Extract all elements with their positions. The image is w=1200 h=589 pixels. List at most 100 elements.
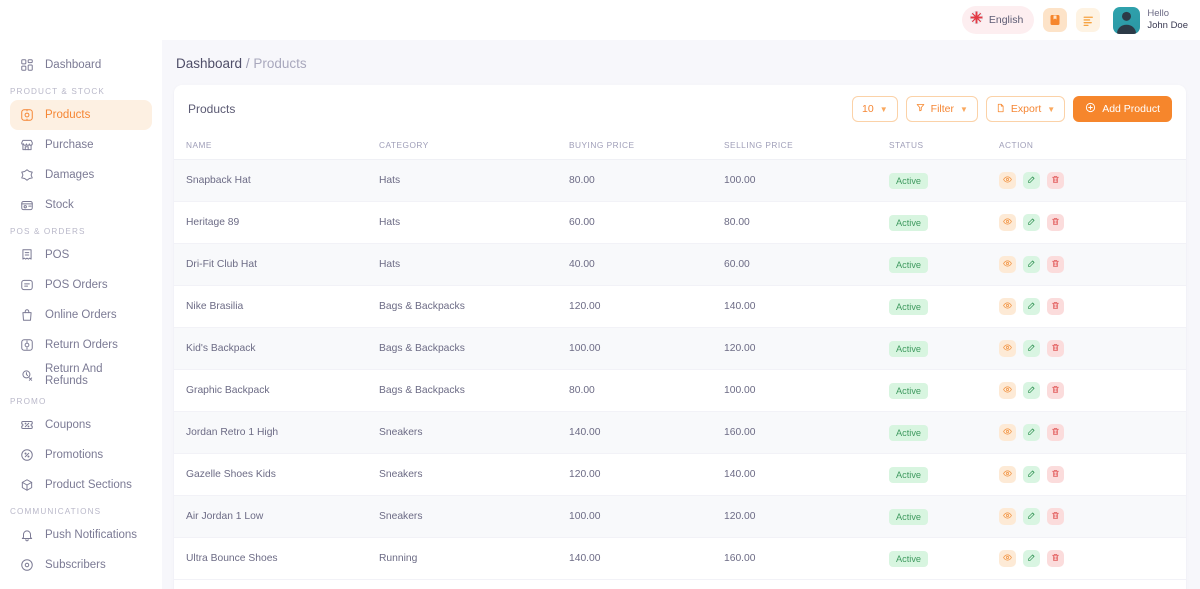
cell-buying-price: 120.00 bbox=[569, 453, 724, 496]
view-action[interactable] bbox=[999, 550, 1016, 567]
view-action[interactable] bbox=[999, 256, 1016, 273]
main-content: Dashboard / Products Products 10 ▼ Filte… bbox=[162, 40, 1200, 589]
cell-actions bbox=[999, 453, 1186, 496]
filter-button[interactable]: Filter ▼ bbox=[905, 96, 978, 122]
delete-action[interactable] bbox=[1047, 340, 1064, 357]
pencil-icon bbox=[1027, 217, 1036, 229]
edit-action[interactable] bbox=[1023, 424, 1040, 441]
avatar bbox=[1113, 6, 1141, 34]
view-action[interactable] bbox=[999, 340, 1016, 357]
sidebar-item-stock[interactable]: Stock bbox=[10, 190, 152, 220]
sidebar-item-pos[interactable]: POS bbox=[10, 240, 152, 270]
edit-action[interactable] bbox=[1023, 466, 1040, 483]
top-header: English Hello John Doe bbox=[0, 0, 1200, 40]
sidebar-item-damages[interactable]: Damages bbox=[10, 160, 152, 190]
edit-action[interactable] bbox=[1023, 550, 1040, 567]
user-menu[interactable]: Hello John Doe bbox=[1113, 6, 1188, 34]
cell-actions bbox=[999, 159, 1186, 202]
table-footer: Showing 1 to 10 of 108 entries ‹12…11› bbox=[174, 580, 1186, 589]
delete-action[interactable] bbox=[1047, 214, 1064, 231]
view-action[interactable] bbox=[999, 214, 1016, 231]
status-badge: Active bbox=[889, 508, 929, 525]
card-title: Products bbox=[188, 102, 236, 116]
cell-name: Kid's Backpack bbox=[174, 327, 379, 370]
view-action[interactable] bbox=[999, 172, 1016, 189]
view-action[interactable] bbox=[999, 424, 1016, 441]
row-action-group bbox=[999, 508, 1186, 525]
stock-icon bbox=[19, 198, 34, 213]
export-file-icon bbox=[996, 103, 1005, 116]
trash-icon bbox=[1051, 427, 1060, 439]
eye-icon bbox=[1003, 385, 1012, 397]
cell-category: Bags & Backpacks bbox=[379, 369, 569, 412]
edit-action[interactable] bbox=[1023, 298, 1040, 315]
delete-action[interactable] bbox=[1047, 298, 1064, 315]
add-product-label: Add Product bbox=[1102, 103, 1160, 115]
list-icon[interactable] bbox=[1076, 8, 1101, 32]
coupons-icon bbox=[19, 418, 34, 433]
page-size-value: 10 bbox=[862, 103, 874, 115]
cell-buying-price: 100.00 bbox=[569, 495, 724, 538]
sidebar-item-coupons[interactable]: Coupons bbox=[10, 410, 152, 440]
cell-actions bbox=[999, 201, 1186, 244]
export-button[interactable]: Export ▼ bbox=[985, 96, 1066, 122]
sidebar-item-return-orders[interactable]: Return Orders bbox=[10, 330, 152, 360]
edit-action[interactable] bbox=[1023, 214, 1040, 231]
status-badge: Active bbox=[889, 214, 929, 231]
delete-action[interactable] bbox=[1047, 466, 1064, 483]
sidebar-item-promotions[interactable]: Promotions bbox=[10, 440, 152, 470]
sidebar-item-dashboard[interactable]: Dashboard bbox=[10, 50, 152, 80]
cell-status: Active bbox=[889, 369, 999, 412]
delete-action[interactable] bbox=[1047, 382, 1064, 399]
pencil-icon bbox=[1027, 301, 1036, 313]
table-row: Nike Brasilia Bags & Backpacks 120.00 140.0… bbox=[174, 285, 1186, 328]
cell-category: Bags & Backpacks bbox=[379, 327, 569, 370]
delete-action[interactable] bbox=[1047, 256, 1064, 273]
edit-action[interactable] bbox=[1023, 256, 1040, 273]
products-card: Products 10 ▼ Filter ▼ Export ▼ Add Prod… bbox=[174, 85, 1186, 589]
sidebar-item-product-sections[interactable]: Product Sections bbox=[10, 470, 152, 500]
sidebar-item-return-and-refunds[interactable]: Return And Refunds bbox=[10, 360, 152, 390]
export-label: Export bbox=[1010, 103, 1042, 115]
sidebar-section-pos-orders: POS & ORDERS bbox=[10, 227, 86, 236]
subscribers-icon bbox=[19, 558, 34, 573]
cell-buying-price: 80.00 bbox=[569, 159, 724, 202]
pencil-icon bbox=[1027, 511, 1036, 523]
chevron-down-icon: ▼ bbox=[1047, 104, 1056, 114]
cell-actions bbox=[999, 537, 1186, 580]
delete-action[interactable] bbox=[1047, 550, 1064, 567]
sidebar-item-subscribers[interactable]: Subscribers bbox=[10, 550, 152, 580]
view-action[interactable] bbox=[999, 382, 1016, 399]
sidebar-item-purchase[interactable]: Purchase bbox=[10, 130, 152, 160]
row-action-group bbox=[999, 424, 1186, 441]
delete-action[interactable] bbox=[1047, 508, 1064, 525]
language-switcher[interactable]: English bbox=[961, 6, 1035, 34]
edit-action[interactable] bbox=[1023, 382, 1040, 399]
page-size-select[interactable]: 10 ▼ bbox=[852, 96, 898, 122]
sidebar-item-products[interactable]: Products bbox=[10, 100, 152, 130]
user-greeting: Hello bbox=[1147, 8, 1169, 19]
view-action[interactable] bbox=[999, 466, 1016, 483]
edit-action[interactable] bbox=[1023, 340, 1040, 357]
edit-action[interactable] bbox=[1023, 172, 1040, 189]
delete-action[interactable] bbox=[1047, 424, 1064, 441]
sidebar-item-online-orders[interactable]: Online Orders bbox=[10, 300, 152, 330]
breadcrumb-root[interactable]: Dashboard bbox=[176, 56, 242, 71]
edit-action[interactable] bbox=[1023, 508, 1040, 525]
sidebar-item-label: Products bbox=[45, 109, 91, 121]
cell-name: Snapback Hat bbox=[174, 159, 379, 202]
book-icon[interactable] bbox=[1043, 8, 1068, 32]
view-action[interactable] bbox=[999, 508, 1016, 525]
sidebar-item-label: Subscribers bbox=[45, 559, 106, 571]
view-action[interactable] bbox=[999, 298, 1016, 315]
sidebar-item-label: Return Orders bbox=[45, 339, 118, 351]
delete-action[interactable] bbox=[1047, 172, 1064, 189]
status-badge: Active bbox=[889, 256, 929, 273]
table-body: Snapback Hat Hats 80.00 100.00 Active Heritag… bbox=[174, 159, 1186, 580]
cell-selling-price: 100.00 bbox=[724, 369, 889, 412]
add-product-button[interactable]: Add Product bbox=[1073, 96, 1172, 122]
sidebar-item-push-notifications[interactable]: Push Notifications bbox=[10, 520, 152, 550]
row-action-group bbox=[999, 214, 1186, 231]
sidebar-item-pos-orders[interactable]: POS Orders bbox=[10, 270, 152, 300]
eye-icon bbox=[1003, 469, 1012, 481]
